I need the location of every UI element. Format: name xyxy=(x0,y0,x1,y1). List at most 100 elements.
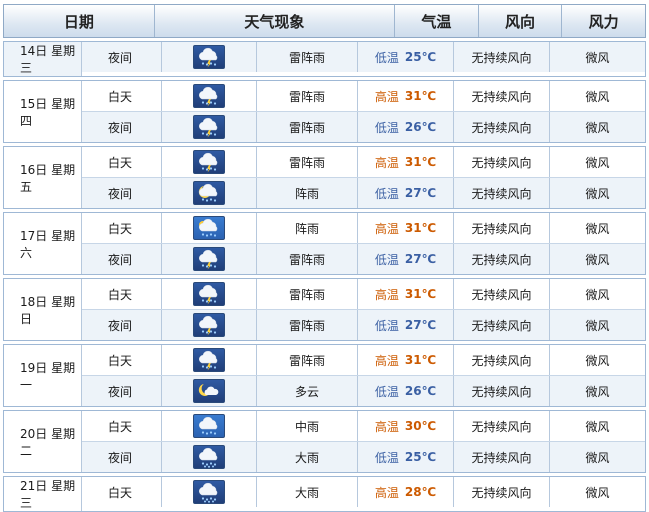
table-row: 白天 雷阵雨 高温 31℃ 无持续风向 微风 xyxy=(82,81,645,111)
period-cell: 白天 xyxy=(82,213,162,243)
weather-icon-cell xyxy=(162,376,257,406)
weather-text-cell: 雷阵雨 xyxy=(257,244,358,274)
table-row: 白天 雷阵雨 高温 31℃ 无持续风向 微风 xyxy=(82,345,645,375)
wind-direction-cell: 无持续风向 xyxy=(454,442,550,472)
weather-icon-cell xyxy=(162,178,257,208)
wind-force-cell: 微风 xyxy=(585,353,610,368)
temperature-label: 低温 xyxy=(374,318,399,333)
date-cell: 14日 星期三 xyxy=(4,42,82,76)
temperature-label: 高温 xyxy=(374,287,399,302)
weather-text-cell: 雷阵雨 xyxy=(257,310,358,340)
temperature-value: 26℃ xyxy=(404,384,437,398)
temperature-label: 高温 xyxy=(374,419,399,434)
wind-direction-cell: 无持续风向 xyxy=(454,477,550,507)
wind-force-cell: 微风 xyxy=(585,419,610,434)
temperature-label: 低温 xyxy=(374,120,399,135)
temperature-cell: 高温 31℃ xyxy=(358,147,454,177)
period-cell: 夜间 xyxy=(82,112,162,142)
weather-icon-cell xyxy=(162,112,257,142)
weather-icon-cell xyxy=(162,42,257,72)
temperature-value: 26℃ xyxy=(404,120,437,134)
weather-text-cell: 雷阵雨 xyxy=(257,81,358,111)
rain-icon xyxy=(193,414,225,438)
wind-direction-cell: 无持续风向 xyxy=(454,244,550,274)
temperature-cell: 低温 26℃ xyxy=(358,376,454,406)
temperature-cell: 高温 31℃ xyxy=(358,81,454,111)
wind-force-cell: 微风 xyxy=(585,155,610,170)
table-header: 日期 天气现象 气温 风向 风力 xyxy=(3,4,646,38)
thunderstorm-icon xyxy=(193,247,225,271)
temperature-label: 高温 xyxy=(374,353,399,368)
header-wind-force: 风力 xyxy=(588,12,619,31)
date-cell: 16日 星期五 xyxy=(4,147,82,208)
table-row: 白天 中雨 高温 30℃ 无持续风向 微风 xyxy=(82,411,645,441)
temperature-label: 低温 xyxy=(374,450,399,465)
weather-text-cell: 阵雨 xyxy=(257,178,358,208)
temperature-cell: 高温 31℃ xyxy=(358,345,454,375)
thunderstorm-icon xyxy=(193,348,225,372)
sun-shower-icon xyxy=(193,216,225,240)
header-temperature: 气温 xyxy=(395,5,479,37)
table-row: 夜间 阵雨 低温 27℃ 无持续风向 微风 xyxy=(82,177,645,208)
day-group: 18日 星期日 白天 雷阵雨 高温 31℃ 无持续风向 微风 夜间 雷阵雨 低温 27℃ 无持续风向微… xyxy=(3,278,646,341)
day-group: 20日 星期二 白天 中雨 高温 30℃ 无持续风向 微风 夜间 大雨 低温 25℃ 无持续风向 微风 xyxy=(3,410,646,473)
wind-force-cell: 微风 xyxy=(585,318,610,333)
temperature-value: 25℃ xyxy=(404,50,437,64)
table-row: 夜间 雷阵雨 低温 26℃ 无持续风向 微风 xyxy=(82,111,645,142)
wind-direction-cell: 无持续风向 xyxy=(454,178,550,208)
weather-text-cell: 雷阵雨 xyxy=(257,279,358,309)
weather-text-cell: 雷阵雨 xyxy=(257,112,358,142)
date-cell: 15日 星期四 xyxy=(4,81,82,142)
weather-text-cell: 雷阵雨 xyxy=(257,147,358,177)
temperature-value: 31℃ xyxy=(404,89,437,103)
period-cell: 白天 xyxy=(82,411,162,441)
wind-force-cell: 微风 xyxy=(585,384,610,399)
table-row: 夜间 雷阵雨 低温 27℃ 无持续风向 微风 xyxy=(82,309,645,340)
moon-shower-icon xyxy=(193,181,225,205)
period-cell: 夜间 xyxy=(82,310,162,340)
thunderstorm-icon xyxy=(193,282,225,306)
temperature-cell: 低温 25℃ xyxy=(358,442,454,472)
table-row: 夜间 多云 低温 26℃ 无持续风向 微风 xyxy=(82,375,645,406)
forecast-table: 日期 天气现象 气温 风向 风力 14日 星期三 夜间 雷阵雨 低温 25℃ 无持续风向微… xyxy=(3,4,646,512)
day-group: 16日 星期五 白天 雷阵雨 高温 31℃ 无持续风向 微风 夜间 阵雨 低温 27℃ 无持续风向 微风 xyxy=(3,146,646,209)
day-group: 17日 星期六 白天 阵雨 高温 31℃ 无持续风向 微风 夜间 雷阵雨 低温 27℃ 无持续风向 微风 xyxy=(3,212,646,275)
header-weather: 天气现象 xyxy=(155,5,395,37)
temperature-label: 低温 xyxy=(374,186,399,201)
header-wind-direction: 风向 xyxy=(479,5,563,37)
weather-icon-cell xyxy=(162,310,257,340)
wind-force-cell: 微风 xyxy=(585,89,610,104)
wind-force-cell: 微风 xyxy=(585,450,610,465)
weather-text-cell: 多云 xyxy=(257,376,358,406)
weather-icon-cell xyxy=(162,244,257,274)
table-row: 白天 大雨 高温 28℃ 无持续风向 微风 xyxy=(82,477,645,507)
weather-text-cell: 雷阵雨 xyxy=(257,42,358,72)
wind-direction-cell: 无持续风向 xyxy=(454,112,550,142)
wind-direction-cell: 无持续风向 xyxy=(454,376,550,406)
period-cell: 白天 xyxy=(82,345,162,375)
period-cell: 夜间 xyxy=(82,442,162,472)
temperature-cell: 高温 30℃ xyxy=(358,411,454,441)
thunderstorm-icon xyxy=(193,150,225,174)
day-group: 19日 星期一 白天 雷阵雨 高温 31℃ 无持续风向 微风 夜间 多云 低温 26℃ 无持续风向 微风 xyxy=(3,344,646,407)
period-cell: 白天 xyxy=(82,477,162,507)
thunderstorm-icon xyxy=(193,84,225,108)
table-row: 夜间 雷阵雨 低温 27℃ 无持续风向 微风 xyxy=(82,243,645,274)
thunderstorm-icon xyxy=(193,313,225,337)
temperature-cell: 低温 25℃ xyxy=(358,42,454,72)
moon-cloud-icon xyxy=(193,379,225,403)
temperature-value: 31℃ xyxy=(404,221,437,235)
weather-text-cell: 大雨 xyxy=(257,442,358,472)
temperature-value: 28℃ xyxy=(404,485,437,499)
temperature-cell: 高温 28℃ xyxy=(358,477,454,507)
temperature-cell: 低温 27℃ xyxy=(358,244,454,274)
wind-force-cell: 微风 xyxy=(585,252,610,267)
wind-direction-cell: 无持续风向 xyxy=(454,147,550,177)
date-cell: 20日 星期二 xyxy=(4,411,82,472)
weather-icon-cell xyxy=(162,411,257,441)
date-cell: 21日 星期三 xyxy=(4,477,82,511)
table-row: 夜间 大雨 低温 25℃ 无持续风向 微风 xyxy=(82,441,645,472)
date-cell: 17日 星期六 xyxy=(4,213,82,274)
temperature-label: 高温 xyxy=(374,89,399,104)
temperature-cell: 高温 31℃ xyxy=(358,213,454,243)
